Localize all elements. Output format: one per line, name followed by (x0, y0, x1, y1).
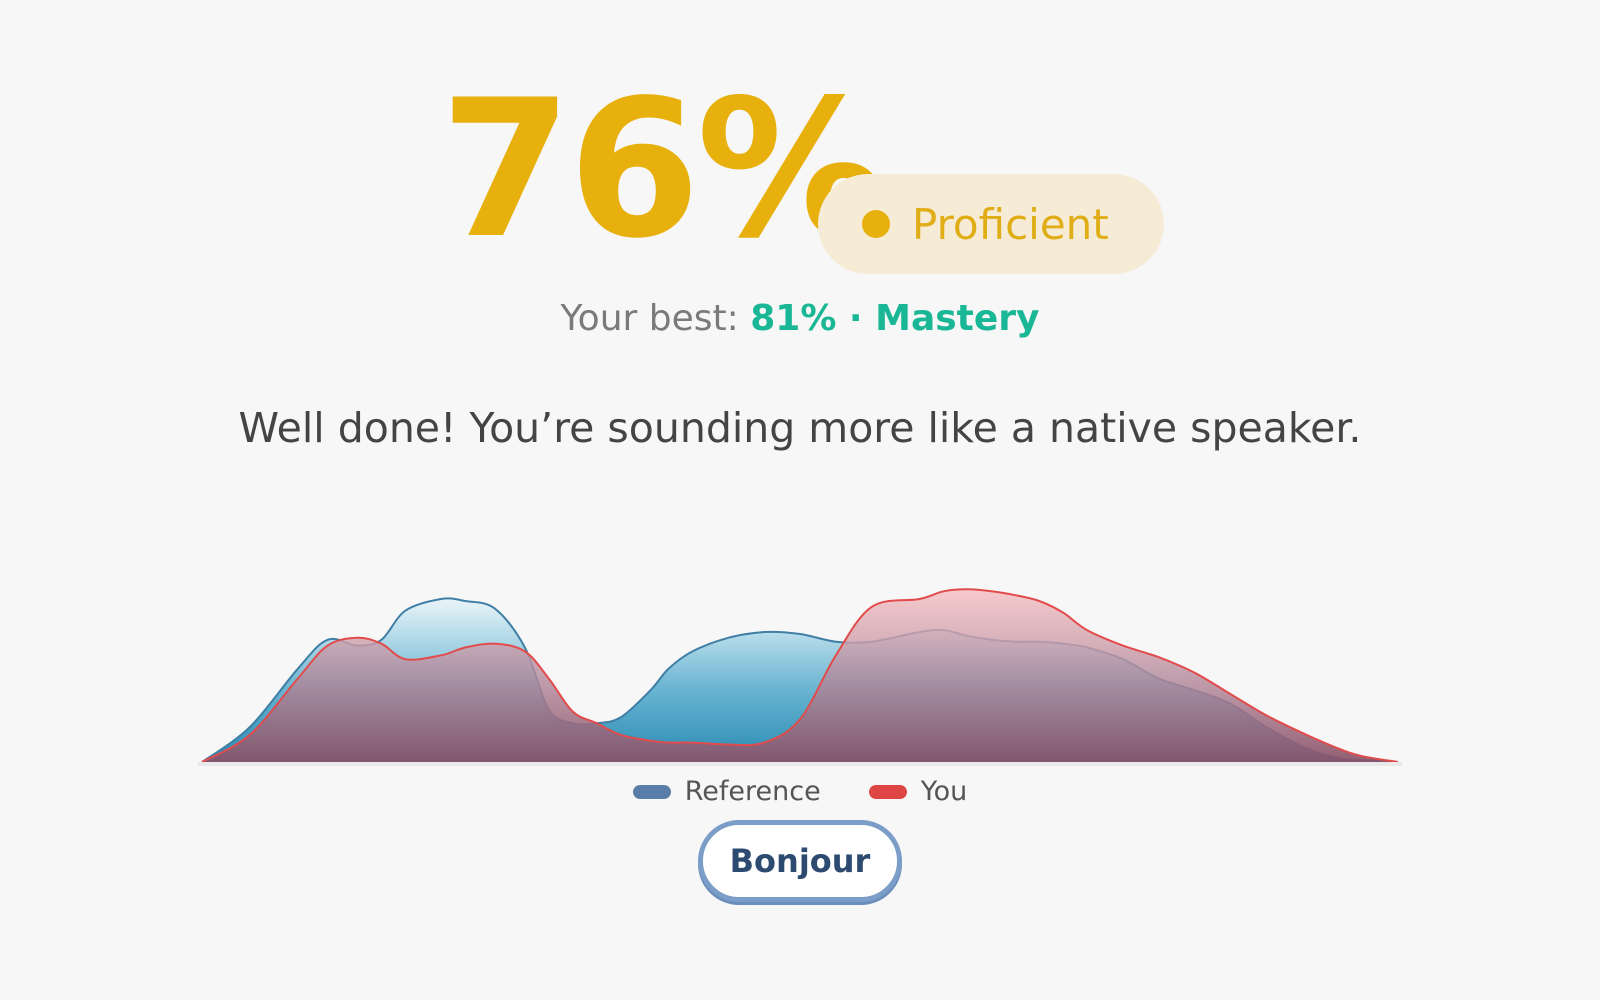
level-label: Proficient (912, 199, 1109, 249)
best-score-line: Your best: 81% · Mastery (0, 298, 1600, 339)
pitch-chart-svg (198, 588, 1402, 766)
best-score-prefix: Your best: (560, 298, 751, 339)
legend-swatch-you (868, 784, 907, 799)
level-dot-icon (862, 210, 890, 238)
pitch-chart (0, 560, 1600, 770)
legend-item-reference: Reference (632, 776, 821, 807)
legend-label-you: You (920, 776, 968, 807)
feedback-message: Well done! You’re sounding more like a n… (238, 404, 1362, 452)
chart-legend: Reference You (0, 776, 1600, 807)
legend-item-you: You (868, 776, 968, 807)
score-header: 76% Proficient (0, 59, 1600, 280)
score-percentage: 76% (440, 59, 887, 280)
level-badge: Proficient (818, 174, 1164, 274)
phrase-play-button[interactable]: Bonjour (698, 820, 902, 902)
best-score-value: 81% · Mastery (750, 298, 1040, 339)
legend-label-reference: Reference (684, 776, 821, 807)
legend-swatch-reference (632, 784, 671, 799)
